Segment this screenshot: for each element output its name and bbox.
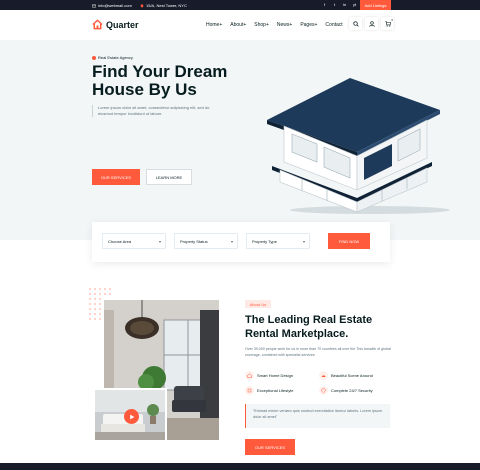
play-video-button[interactable] <box>124 409 139 424</box>
user-button[interactable] <box>365 17 378 30</box>
topbar-address-text: 15/A, Nest Tower, NYC <box>146 3 187 8</box>
hero-services-button[interactable]: OUR SERVICES <box>92 169 140 185</box>
map-pin-icon <box>140 3 144 8</box>
feature-label: Smart Home Design <box>257 373 294 378</box>
cart-icon <box>384 20 391 27</box>
nav-item-shop[interactable]: Shop+ <box>254 22 269 28</box>
property-status-select[interactable]: Property Status ▾ <box>174 233 238 249</box>
house-shadow <box>290 206 450 214</box>
hero-tag: Real Estate Agency <box>92 55 133 60</box>
cart-button[interactable]: 0 <box>381 17 394 30</box>
nav-item-news[interactable]: News+ <box>277 22 292 28</box>
header-actions: 0 <box>349 17 394 30</box>
property-search-bar: Choose Area ▾ Property Status ▾ Property… <box>92 222 390 262</box>
nav-item-contact[interactable]: Contact <box>325 22 342 28</box>
chevron-down-icon: ▾ <box>158 239 161 244</box>
mail-icon <box>92 4 96 7</box>
search-button[interactable] <box>349 17 362 30</box>
nav-label: Contact <box>325 22 343 28</box>
hero-learn-more-button[interactable]: LEARN MORE <box>146 169 192 185</box>
topbar-email[interactable]: info@webmail.com <box>92 3 132 8</box>
youtube-icon[interactable]: yt <box>352 2 357 7</box>
about-badge: About Us <box>245 300 271 308</box>
main-nav: Home+ About+ Shop+ News+ Pages+ Contact <box>206 22 343 28</box>
property-type-select[interactable]: Property Type ▾ <box>246 233 310 249</box>
feature-smart-home: Smart Home Design <box>245 371 293 380</box>
instagram-icon[interactable]: in <box>342 2 347 7</box>
plus-icon: + <box>219 22 223 28</box>
hero-description: Lorem ipsum dolor sit amet, consectetur … <box>92 105 222 117</box>
feature-beautiful-scene: Beautiful Scene Around <box>319 371 373 380</box>
about-services-button[interactable]: OUR SERVICES <box>245 439 295 455</box>
shield-icon <box>319 386 328 395</box>
topbar-address: 15/A, Nest Tower, NYC <box>140 3 187 8</box>
chevron-down-icon: ▾ <box>302 239 305 244</box>
home-icon <box>245 371 254 380</box>
top-bar: info@webmail.com 15/A, Nest Tower, NYC f… <box>0 0 480 10</box>
feature-label: Complete 24/7 Security <box>331 388 373 393</box>
choose-area-label: Choose Area <box>108 238 132 244</box>
plus-icon: + <box>314 22 318 28</box>
nav-label: Pages <box>300 22 315 28</box>
house-logo-icon <box>92 19 103 30</box>
feature-label: Exceptional Lifestyle <box>257 388 294 393</box>
find-now-button[interactable]: FIND NOW <box>328 233 370 249</box>
twitter-icon[interactable]: t <box>332 2 337 7</box>
home-dot-icon <box>92 55 96 60</box>
plus-icon: + <box>265 22 269 28</box>
property-type-label: Property Type <box>252 238 277 244</box>
nav-item-home[interactable]: Home+ <box>206 22 222 28</box>
nav-label: Home <box>206 22 220 28</box>
logo-text: Quarter <box>106 19 139 30</box>
hero-tag-text: Real Estate Agency <box>98 55 133 60</box>
plus-icon: + <box>289 22 293 28</box>
play-icon <box>129 414 134 419</box>
feature-lifestyle: Exceptional Lifestyle <box>245 386 293 395</box>
user-icon <box>368 20 375 27</box>
nav-item-about[interactable]: About+ <box>230 22 246 28</box>
bottom-strip <box>0 463 480 470</box>
topbar-email-text: info@webmail.com <box>98 3 132 8</box>
hero-title: Find Your Dream House By Us <box>92 62 228 99</box>
choose-area-select[interactable]: Choose Area ▾ <box>102 233 166 249</box>
property-status-label: Property Status <box>180 238 208 244</box>
about-description: Over 39,000 people work for us in more t… <box>245 347 391 357</box>
plus-icon: + <box>243 22 247 28</box>
add-listing-button[interactable]: Add Listings <box>360 0 391 10</box>
about-quote: "Enimad minim veniam quis nostrud exerci… <box>245 404 390 428</box>
nav-label: Shop <box>254 22 266 28</box>
search-icon <box>352 20 359 27</box>
cart-count-badge: 0 <box>391 18 393 22</box>
main-header: Quarter Home+ About+ Shop+ News+ Pages+ … <box>0 10 480 40</box>
nav-item-pages[interactable]: Pages+ <box>300 22 317 28</box>
house-illustration <box>267 78 450 214</box>
facebook-icon[interactable]: f <box>322 2 327 7</box>
feature-label: Beautiful Scene Around <box>331 373 373 378</box>
lifestyle-icon <box>245 386 254 395</box>
logo[interactable]: Quarter <box>92 19 139 30</box>
about-title: The Leading Real Estate Rental Marketpla… <box>245 314 373 340</box>
nav-label: News <box>276 22 290 28</box>
chevron-down-icon: ▾ <box>230 239 233 244</box>
scene-icon <box>319 371 328 380</box>
nav-label: About <box>230 22 244 28</box>
feature-security: Complete 24/7 Security <box>319 386 373 395</box>
